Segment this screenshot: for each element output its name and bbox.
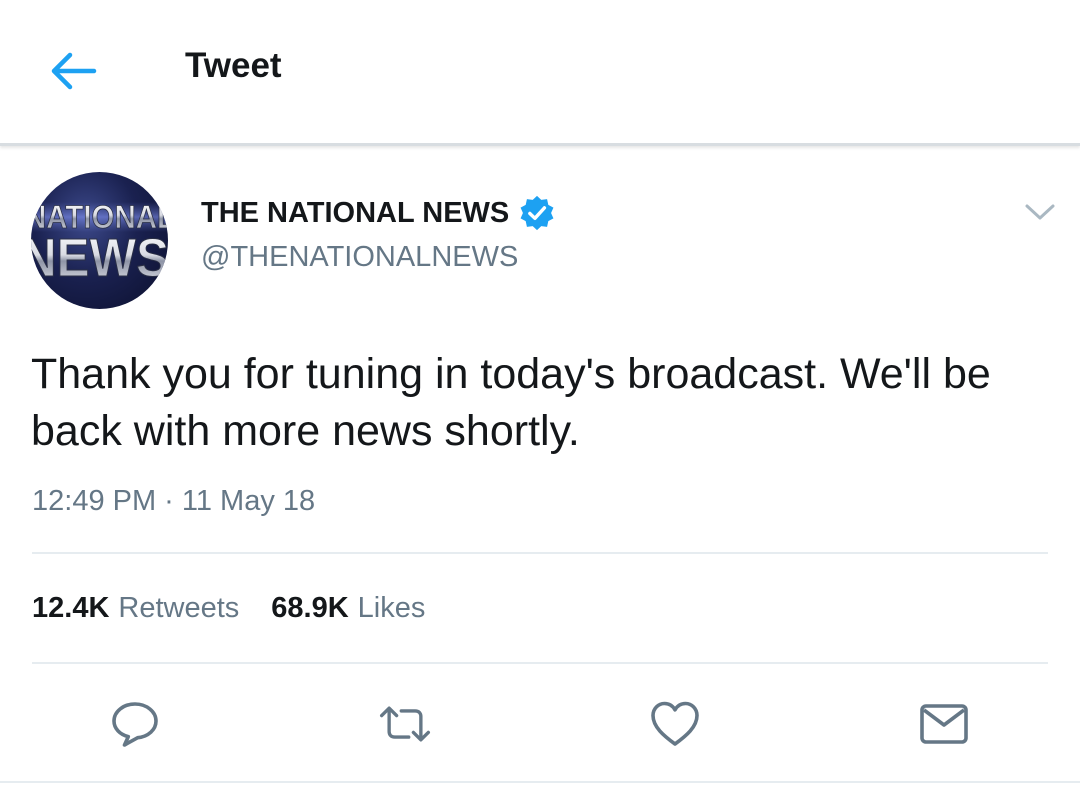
author-name[interactable]: THE NATIONAL NEWS xyxy=(201,193,556,233)
retweets-stat[interactable]: 12.4K Retweets xyxy=(32,588,239,628)
arrow-left-icon xyxy=(51,52,97,90)
share-mail-icon xyxy=(920,704,968,744)
top-app-bar: Tweet xyxy=(0,0,1080,146)
like-button[interactable] xyxy=(647,696,703,752)
retweets-label: Retweets xyxy=(118,592,240,624)
page-title: Tweet xyxy=(185,46,282,85)
likes-stat[interactable]: 68.9K Likes xyxy=(271,588,425,628)
tweet-options-button[interactable] xyxy=(1020,196,1060,228)
likes-label: Likes xyxy=(357,592,426,624)
like-icon xyxy=(651,701,699,746)
author-handle[interactable]: @THENATIONALNEWS xyxy=(201,237,518,277)
chevron-down-icon xyxy=(1025,204,1055,220)
avatar-logo-line-2: NEWS xyxy=(31,228,168,288)
divider xyxy=(32,552,1048,554)
divider xyxy=(0,781,1080,783)
author-name-text: THE NATIONAL NEWS xyxy=(201,197,510,229)
retweets-count: 12.4K xyxy=(32,592,110,624)
avatar[interactable]: NATIONAL NEWS xyxy=(31,172,168,309)
tweet-timestamp: 12:49 PM · 11 May 18 xyxy=(32,485,316,517)
reply-button[interactable] xyxy=(107,696,163,752)
retweet-icon xyxy=(379,706,431,742)
likes-count: 68.9K xyxy=(271,592,349,624)
retweet-button[interactable] xyxy=(377,696,433,752)
tweet-stats: 12.4K Retweets 68.9K Likes xyxy=(32,588,425,628)
reply-icon xyxy=(112,702,158,747)
tweet-text: Thank you for tuning in today's broadcas… xyxy=(31,350,991,455)
share-button[interactable] xyxy=(916,696,972,752)
divider xyxy=(32,662,1048,664)
back-button[interactable] xyxy=(46,48,98,94)
verified-badge-icon xyxy=(520,195,554,231)
